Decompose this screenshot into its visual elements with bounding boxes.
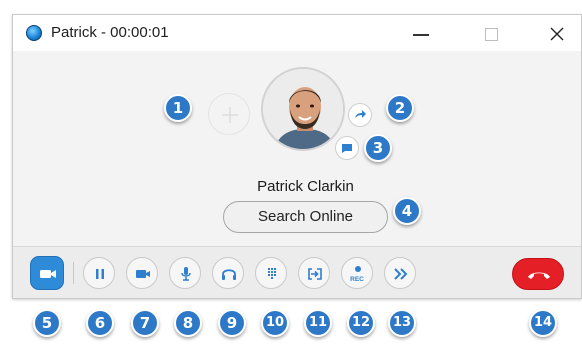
callout-badge: 8 [174,309,202,337]
close-icon [550,27,564,41]
call-toolbar: REC [13,246,581,298]
video-button[interactable] [126,257,158,289]
record-label: REC [350,276,364,283]
double-chevron-right-icon [394,268,408,280]
pause-icon [96,269,104,279]
add-participant-button[interactable] [208,93,250,135]
chat-button[interactable] [335,136,359,160]
record-button[interactable]: REC [341,257,373,289]
audio-device-button[interactable] [212,257,244,289]
callout-badge: 5 [33,309,61,337]
callout-badge: 14 [529,309,557,337]
transfer-button[interactable] [348,103,372,127]
callout-badge: 13 [388,309,416,337]
callout-badge: 11 [304,309,332,337]
call-content: Patrick Clarkin Search Online [13,51,581,246]
arrow-right-icon [355,110,366,118]
callout-badge: 6 [86,309,114,337]
toolbar-divider [73,262,74,284]
plus-icon [222,107,238,123]
minimize-button[interactable] [401,19,441,47]
hold-button[interactable] [83,257,115,289]
search-online-button[interactable]: Search Online [223,201,388,233]
screen-share-icon [308,268,322,280]
video-camera-icon [136,270,150,278]
headset-icon [222,269,236,280]
dialpad-icon [268,268,276,279]
callout-badge: 1 [164,94,192,122]
microphone-icon [181,267,191,281]
callout-badge: 12 [347,309,375,337]
contact-name: Patrick Clarkin [257,178,354,195]
window-title: Patrick - 00:00:01 [51,24,169,41]
maximize-button[interactable] [471,19,511,47]
callout-badge: 4 [393,197,421,225]
close-button[interactable] [537,19,577,47]
app-logo-icon [26,25,42,41]
record-icon [355,266,361,272]
call-window: Patrick - 00:00:01 Patrick Clarkin Searc… [12,14,582,299]
callout-badge: 3 [364,134,392,162]
transfer-call-button[interactable] [384,257,416,289]
dialpad-button[interactable] [255,257,287,289]
mute-button[interactable] [169,257,201,289]
phone-hangup-icon [528,272,550,279]
contact-avatar [261,67,345,151]
callout-badge: 7 [131,309,159,337]
screen-share-button[interactable] [298,257,330,289]
video-toggle-button[interactable] [30,256,64,290]
callout-badge: 10 [261,309,289,337]
callout-badge: 9 [218,309,246,337]
chat-bubble-icon [342,144,352,153]
end-call-button[interactable] [512,258,564,290]
video-camera-icon [40,270,56,278]
callout-badge: 2 [386,94,414,122]
title-bar: Patrick - 00:00:01 [13,15,581,51]
